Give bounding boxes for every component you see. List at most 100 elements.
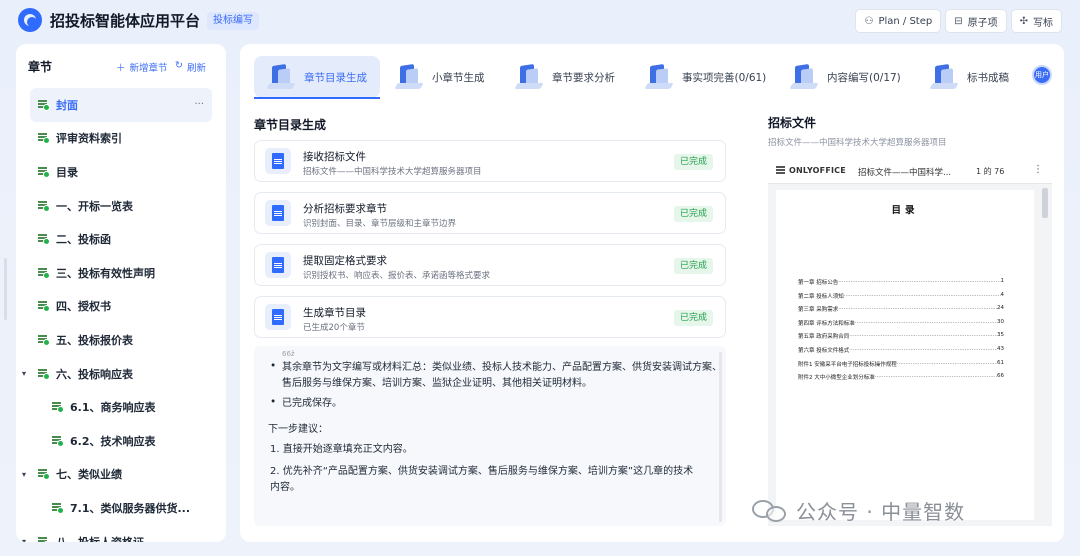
chapter-status-icon [38,300,50,313]
chapter-status-icon [38,166,50,178]
sidebar-item[interactable]: 三、投标有效性声明 [16,256,226,290]
expand-caret-icon[interactable]: ▾ [22,369,26,378]
toolbar: ⚇ Plan / Step ⊟ 原子项 ✣ 写标 [855,9,1062,33]
sidebar-item-label: 八、投标人资格证... [56,534,157,542]
tab-illustration-icon [789,63,819,91]
atom-item-icon: ⊟ [954,15,963,27]
toc-row: 第三章 采购需求................................… [798,305,1004,313]
status-badge: 已完成 [673,310,713,326]
plan-step-label: Plan / Step [878,15,933,27]
toc-leader: ........................................… [838,305,997,312]
sidebar-item[interactable]: 一、开标一览表 [16,189,226,223]
step-description: 招标文件——中国科学技术大学超算服务器项目 [303,167,482,177]
main-panel: 章节目录生成 小章节生成 章节要求分析 事实项完善(0/61) 内容编写(0/17) 标书… [240,44,1064,542]
avatar[interactable]: 用户 [1032,65,1052,85]
toc-label: 第二章 投标人须知 [798,293,844,300]
sidebar-item-label: 七、类似业绩 [56,468,122,482]
sidebar-item[interactable]: 6.1、商务响应表 [16,390,226,424]
sidebar-item[interactable]: ▾ 七、类似业绩 [16,458,226,492]
chapter-status-icon [38,468,50,481]
wechat-icon [752,498,788,524]
sidebar-scrollbar[interactable] [4,258,7,320]
add-chapter-button[interactable]: ＋ 新增章节 [116,60,168,74]
section-title: 章节目录生成 [254,118,327,132]
tab-step-4[interactable]: 事实项完善(0/61) [632,56,768,98]
plus-icon: ＋ [116,63,126,74]
chapter-status-icon [38,99,50,111]
chapter-sidebar: 章节 ＋ 新增章节 ↻ 刷新 封面 ··· 评审资料索引 目录 一、开标一览表 二、投标函… [16,44,226,542]
step-card[interactable]: 分析招标要求章节 识别封面、目录、章节层级和主章节边界 已完成 [254,192,726,234]
message-bullet-2: 已完成保存。 [282,398,342,409]
toc-title: 目录 [891,205,919,216]
sidebar-item-label: 二、投标函 [56,233,111,247]
step-description: 已生成20个章节 [303,323,365,333]
plan-step-button[interactable]: ⚇ Plan / Step [855,9,942,33]
expand-caret-icon[interactable]: ▾ [22,470,26,479]
viewer-scrollbar[interactable] [1042,188,1048,218]
step-list: 接收招标文件招标文件——中国科学技术大学超算服务器项目已完成 分析招标要求章节识别… [254,140,726,348]
toc-row: 第六章 投标文件格式..............................… [798,346,1004,354]
sidebar-item[interactable]: 7.1、类似服务器供货... [16,491,226,525]
toc-row: 第一章 招标公告................................… [798,278,1004,286]
sidebar-item[interactable]: 目录 [16,155,226,189]
page-indicator: 1 的 76 [976,167,1005,176]
tab-label: 标书成稿 [967,71,1009,84]
tab-label: 内容编写(0/17) [827,71,901,84]
step-title: 接收招标文件 [303,151,366,163]
toc-page: 24 [997,305,1004,312]
message-bullet-1: 其余章节为文字编写或材料汇总：类似业绩、投标人技术能力、产品配置方案、供货安装调… [282,362,722,389]
toc-page: 66 [997,373,1004,380]
more-options-icon[interactable]: ··· [194,99,204,110]
chapter-status-icon [38,233,50,246]
step-title: 分析招标要求章节 [303,203,387,215]
step-card[interactable]: 接收招标文件 招标文件——中国科学技术大学超算服务器项目 已完成 [254,140,726,182]
sidebar-item[interactable]: 四、授权书 [16,290,226,324]
watermark: 公众号 · 中量智数 [752,496,965,525]
plan-icon: ⚇ [864,15,874,27]
chat-scrollbar[interactable] [719,352,722,522]
next-steps-title: 下一步建议： [268,424,328,435]
atom-item-button[interactable]: ⊟ 原子项 [945,9,1007,33]
document-icon [265,252,291,278]
document-viewer[interactable]: ONLYOFFICE 招标文件——中国科学... 1 的 76 ⋮ 目录 第一章… [768,158,1052,526]
sidebar-item[interactable]: 二、投标函 [16,222,226,256]
sidebar-item-label: 三、投标有效性声明 [56,266,155,280]
tab-step-2[interactable]: 小章节生成 [382,56,492,98]
sidebar-item[interactable]: ▾ 八、投标人资格证... [16,525,226,542]
more-menu-icon[interactable]: ⋮ [1033,164,1043,175]
document-icon [265,148,291,174]
sidebar-item[interactable]: 封面 ··· [30,88,212,122]
step-tabs: 章节目录生成 小章节生成 章节要求分析 事实项完善(0/61) 内容编写(0/17) 标书… [252,56,1052,100]
active-tab-indicator [254,97,380,99]
toc-leader: ........................................… [874,373,997,380]
step-description: 识别授权书、响应表、报价表、承诺函等格式要求 [303,271,491,281]
sidebar-item[interactable]: ▾ 六、投标响应表 [16,357,226,391]
step-card[interactable]: 生成章节目录 已生成20个章节 已完成 [254,296,726,338]
step-title: 生成章节目录 [303,307,366,319]
tab-step-1[interactable]: 章节目录生成 [254,56,380,98]
write-bid-button[interactable]: ✣ 写标 [1010,9,1062,33]
toc-label: 第五章 政府采购合同 [798,334,850,341]
tab-step-5[interactable]: 内容编写(0/17) [777,56,901,98]
sidebar-item[interactable]: 评审资料索引 [16,122,226,156]
sidebar-item[interactable]: 五、投标报价表 [16,323,226,357]
tab-step-3[interactable]: 章节要求分析 [502,56,622,98]
watermark-text: 公众号 · 中量智数 [796,500,966,524]
atom-item-label: 原子项 [967,17,998,29]
sidebar-item-label: 评审资料索引 [56,132,122,146]
toc-page: 4 [1000,291,1005,298]
step-card[interactable]: 提取固定格式要求 识别授权书、响应表、报价表、承诺函等格式要求 已完成 [254,244,726,286]
refresh-button[interactable]: ↻ 刷新 [175,60,206,74]
next-step-1: 1. 直接开始逐章填充正文内容。 [270,444,413,455]
viewer-toolbar: ONLYOFFICE 招标文件——中国科学... 1 的 76 ⋮ [768,158,1052,184]
tab-label: 章节要求分析 [552,71,615,84]
toc-page: 61 [997,359,1004,366]
tab-step-6[interactable]: 标书成稿 [917,56,1017,98]
expand-caret-icon[interactable]: ▾ [22,537,26,542]
document-page: 目录 第一章 招标公告.............................… [776,190,1034,520]
tab-illustration-icon [394,63,424,91]
mode-badge: 投标编写 [207,12,259,30]
step-description: 识别封面、目录、章节层级和主章节边界 [303,219,457,229]
sidebar-item[interactable]: 6.2、技术响应表 [16,424,226,458]
app-logo [18,8,42,32]
